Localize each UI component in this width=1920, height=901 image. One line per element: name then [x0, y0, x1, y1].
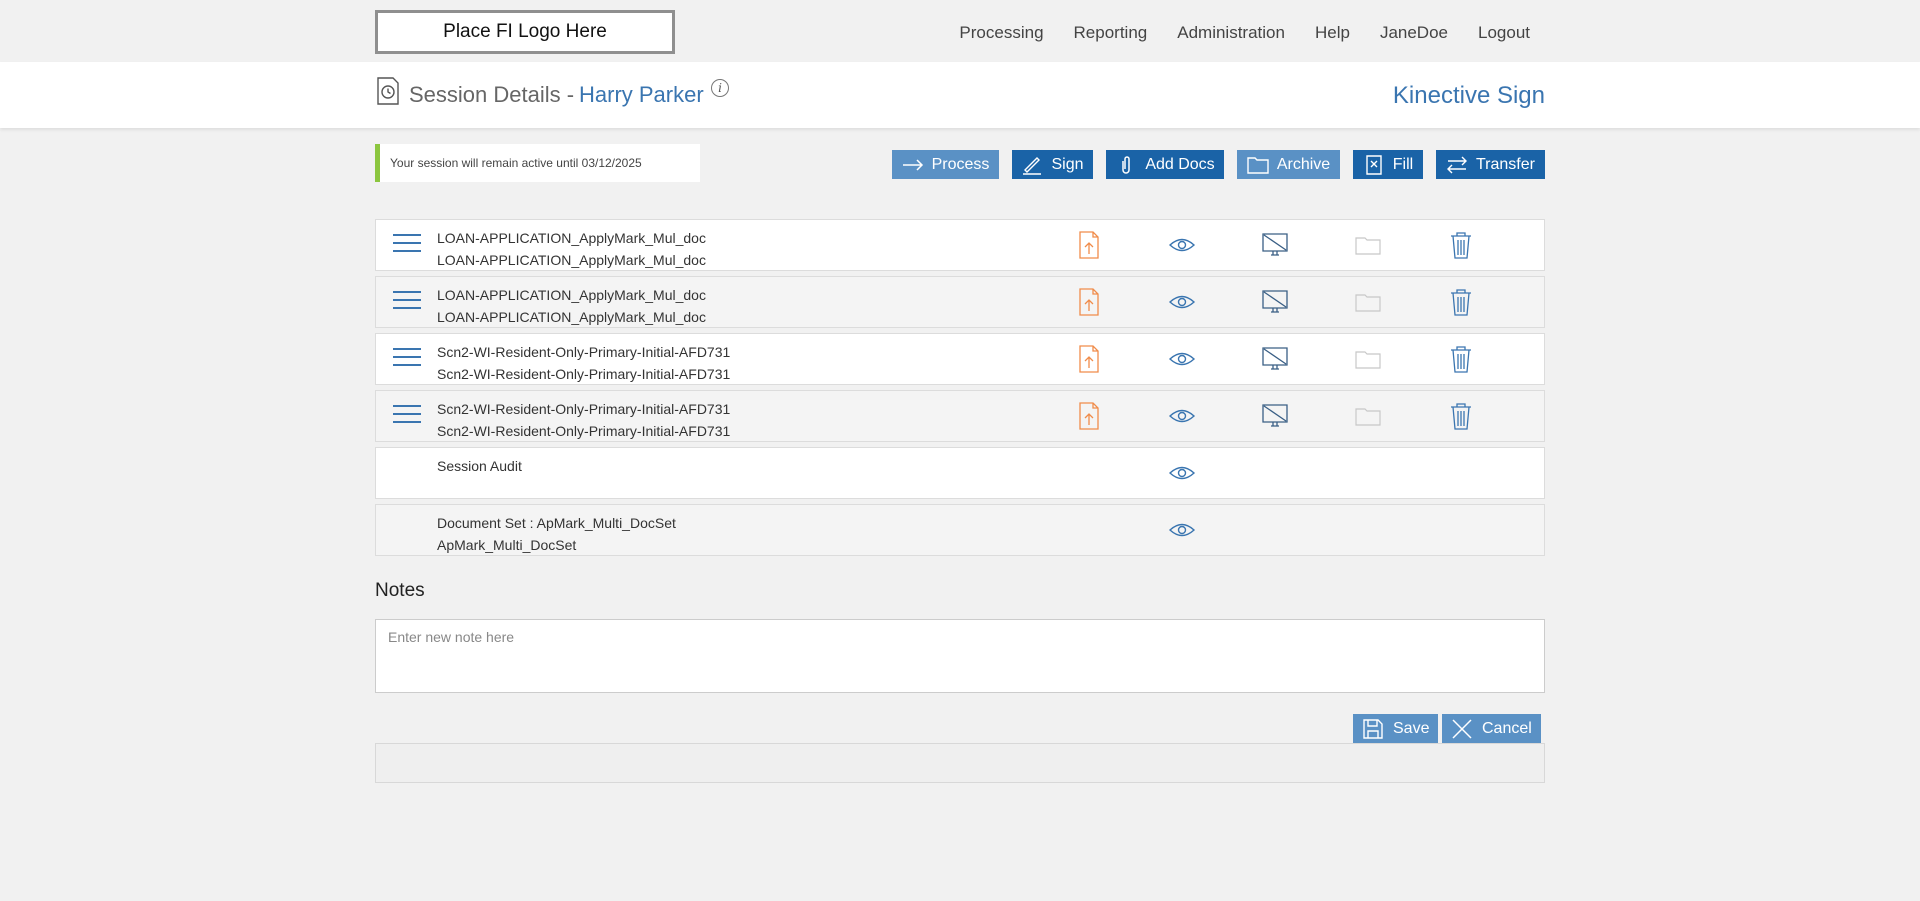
folder-icon: [1354, 344, 1382, 374]
sign-button[interactable]: Sign: [1012, 150, 1093, 179]
document-row: LOAN-APPLICATION_ApplyMark_Mul_doc LOAN-A…: [375, 276, 1545, 328]
transfer-icon: [1447, 156, 1467, 173]
notes-heading: Notes: [375, 580, 425, 601]
save-label: Save: [1393, 719, 1430, 737]
document-names: LOAN-APPLICATION_ApplyMark_Mul_doc LOAN-A…: [437, 284, 706, 328]
transfer-button[interactable]: Transfer: [1436, 150, 1545, 179]
cancel-button[interactable]: Cancel: [1442, 714, 1541, 743]
nav-user[interactable]: JaneDoe: [1380, 23, 1448, 43]
session-header: Session Details - Harry Parker i Kinecti…: [0, 62, 1920, 128]
no-display-icon[interactable]: [1261, 287, 1289, 317]
transfer-label: Transfer: [1476, 155, 1535, 173]
drag-handle-icon[interactable]: [393, 405, 421, 425]
eye-icon[interactable]: [1168, 344, 1196, 374]
paperclip-icon: [1122, 155, 1131, 174]
folder-icon: [1247, 156, 1269, 174]
document-name: LOAN-APPLICATION_ApplyMark_Mul_doc: [437, 230, 706, 246]
upload-file-icon[interactable]: [1075, 230, 1103, 260]
add-docs-label: Add Docs: [1145, 155, 1215, 173]
drag-handle-icon[interactable]: [393, 348, 421, 368]
document-name: Session Audit: [437, 458, 522, 474]
no-display-icon[interactable]: [1261, 230, 1289, 260]
note-input[interactable]: [375, 619, 1545, 693]
top-bar: Place FI Logo Here Processing Reporting …: [0, 0, 1920, 62]
nav-processing[interactable]: Processing: [959, 23, 1043, 43]
info-icon[interactable]: i: [711, 79, 729, 97]
trash-icon[interactable]: [1447, 230, 1475, 260]
main-nav: Processing Reporting Administration Help…: [959, 23, 1530, 43]
eye-icon[interactable]: [1168, 458, 1196, 488]
upload-file-icon[interactable]: [1075, 401, 1103, 431]
add-docs-button[interactable]: Add Docs: [1106, 150, 1224, 179]
trash-icon[interactable]: [1447, 401, 1475, 431]
document-names: Scn2-WI-Resident-Only-Primary-Initial-AF…: [437, 398, 730, 442]
folder-icon: [1354, 230, 1382, 260]
document-row: Scn2-WI-Resident-Only-Primary-Initial-AF…: [375, 333, 1545, 385]
upload-file-icon[interactable]: [1075, 287, 1103, 317]
document-name: Scn2-WI-Resident-Only-Primary-Initial-AF…: [437, 401, 731, 417]
process-label: Process: [931, 155, 990, 173]
page-title: Session Details -: [409, 82, 575, 107]
eye-icon[interactable]: [1168, 230, 1196, 260]
history-icon: [375, 76, 401, 106]
arrow-right-icon: [902, 158, 923, 171]
cancel-label: Cancel: [1482, 719, 1532, 737]
drag-handle-icon[interactable]: [393, 291, 421, 311]
document-file-name: LOAN-APPLICATION_ApplyMark_Mul_doc: [437, 252, 706, 268]
save-icon: [1363, 718, 1383, 739]
process-button[interactable]: Process: [892, 150, 999, 179]
fill-button[interactable]: Fill: [1353, 150, 1423, 179]
document-names: Document Set : ApMark_Multi_DocSet ApMark…: [437, 512, 676, 556]
eye-icon[interactable]: [1168, 515, 1196, 545]
document-names: Session Audit: [437, 455, 522, 477]
document-name: LOAN-APPLICATION_ApplyMark_Mul_doc: [437, 287, 706, 303]
document-name: Scn2-WI-Resident-Only-Primary-Initial-AF…: [437, 344, 731, 360]
folder-icon: [1354, 287, 1382, 317]
document-row: Session Audit: [375, 447, 1545, 499]
folder-icon: [1354, 401, 1382, 431]
document-names: LOAN-APPLICATION_ApplyMark_Mul_doc LOAN-A…: [437, 227, 706, 271]
eye-icon[interactable]: [1168, 401, 1196, 431]
document-names: Scn2-WI-Resident-Only-Primary-Initial-AF…: [437, 341, 730, 385]
eye-icon[interactable]: [1168, 287, 1196, 317]
session-notice: Your session will remain active until 03…: [375, 144, 700, 182]
nav-administration[interactable]: Administration: [1177, 23, 1285, 43]
close-icon: [1452, 718, 1472, 739]
document-file-name: LOAN-APPLICATION_ApplyMark_Mul_doc: [437, 309, 706, 325]
logo-placeholder: Place FI Logo Here: [375, 10, 675, 54]
brand-name: Kinective Sign: [1392, 82, 1545, 109]
pen-icon: [1023, 156, 1042, 175]
sign-label: Sign: [1051, 155, 1084, 173]
archive-label: Archive: [1276, 155, 1331, 173]
no-display-icon[interactable]: [1261, 344, 1289, 374]
document-row: Document Set : ApMark_Multi_DocSet ApMark…: [375, 504, 1545, 556]
nav-help[interactable]: Help: [1315, 23, 1350, 43]
fill-label: Fill: [1392, 155, 1414, 173]
document-file-name: ApMark_Multi_DocSet: [437, 537, 577, 553]
fill-icon: [1366, 154, 1382, 175]
trash-icon[interactable]: [1447, 344, 1475, 374]
trash-icon[interactable]: [1447, 287, 1475, 317]
upload-file-icon[interactable]: [1075, 344, 1103, 374]
nav-reporting[interactable]: Reporting: [1074, 23, 1148, 43]
customer-name[interactable]: Harry Parker: [579, 82, 704, 108]
archive-button[interactable]: Archive: [1237, 150, 1340, 179]
no-display-icon[interactable]: [1261, 401, 1289, 431]
save-button[interactable]: Save: [1353, 714, 1438, 743]
document-file-name: Scn2-WI-Resident-Only-Primary-Initial-AF…: [437, 423, 731, 439]
document-file-name: Scn2-WI-Resident-Only-Primary-Initial-AF…: [437, 366, 731, 382]
drag-handle-icon[interactable]: [393, 234, 421, 254]
notes-history: [375, 743, 1545, 783]
document-row: LOAN-APPLICATION_ApplyMark_Mul_doc LOAN-A…: [375, 219, 1545, 271]
document-name: Document Set : ApMark_Multi_DocSet: [437, 515, 676, 531]
document-row: Scn2-WI-Resident-Only-Primary-Initial-AF…: [375, 390, 1545, 442]
nav-logout[interactable]: Logout: [1478, 23, 1530, 43]
